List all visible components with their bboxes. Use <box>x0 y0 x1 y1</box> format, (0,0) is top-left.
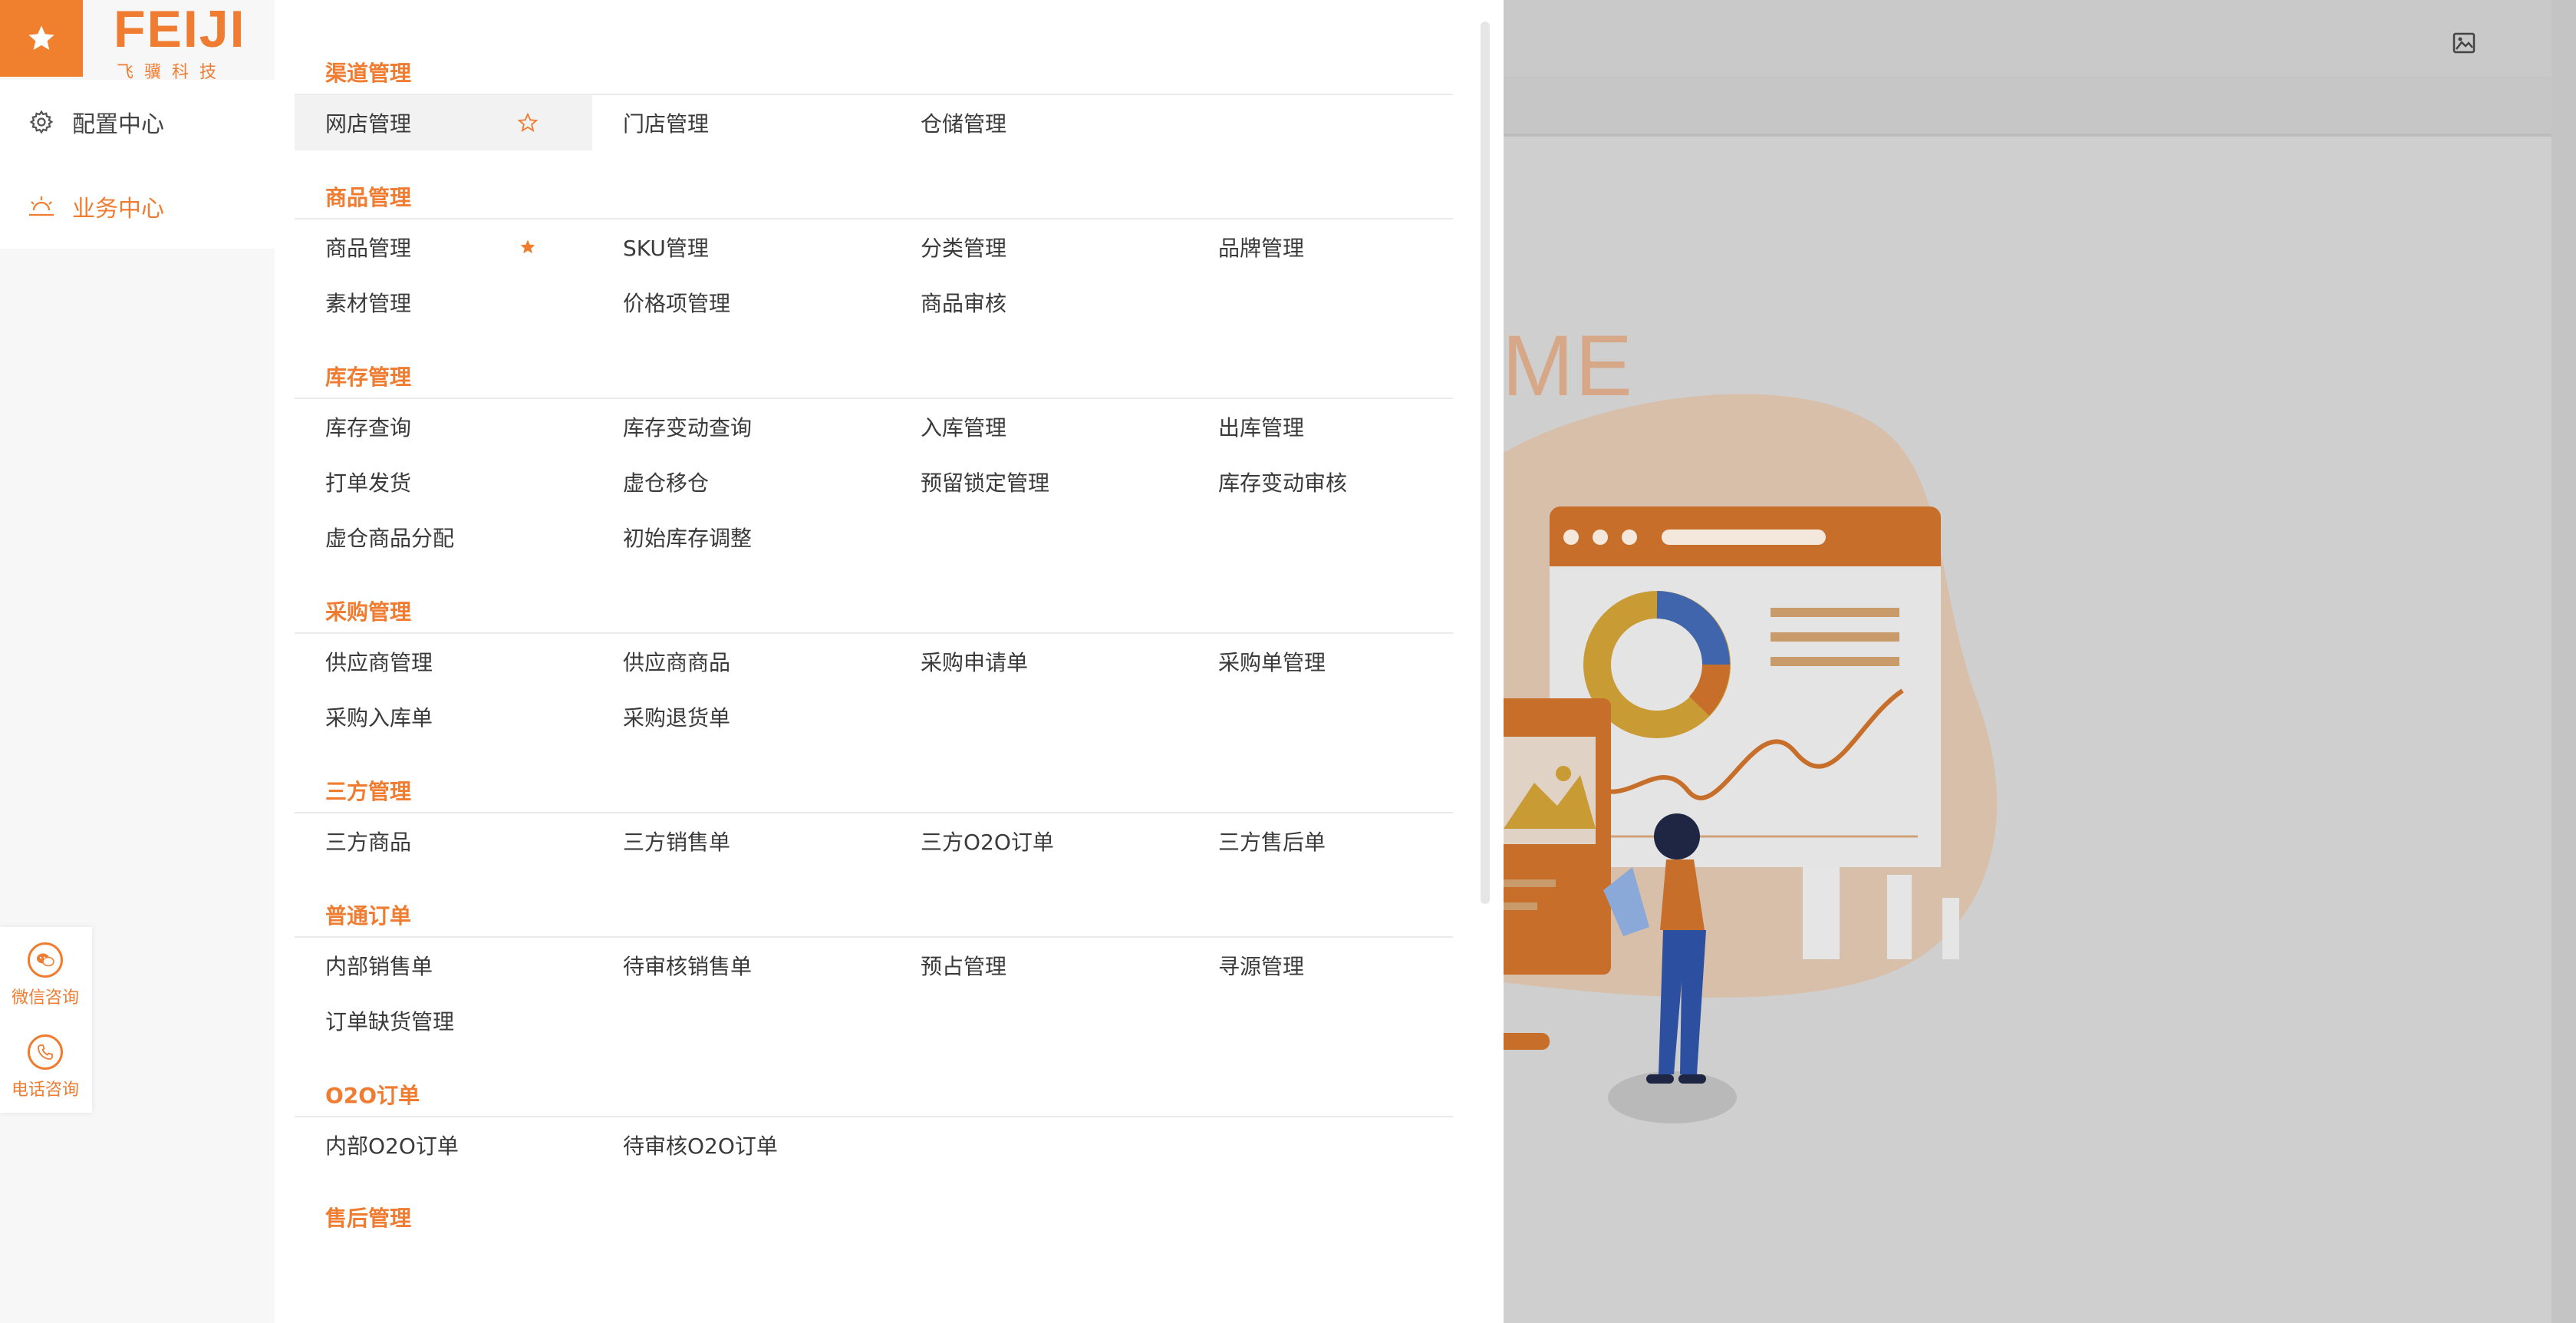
menu-item-print-ship[interactable]: 打单发货 <box>295 454 592 510</box>
section-title: 渠道管理 <box>295 38 1453 95</box>
phone-consult-button[interactable]: 电话咨询 <box>0 1022 91 1113</box>
menu-item-shortage[interactable]: 订单缺货管理 <box>295 993 592 1048</box>
dashboard-illustration <box>1504 394 1998 1123</box>
menu-item-outbound[interactable]: 出库管理 <box>1188 399 1485 454</box>
menu-item-price[interactable]: 价格项管理 <box>592 275 890 330</box>
menu-item-virtual-allocation[interactable]: 虚仓商品分配 <box>295 510 592 565</box>
menu-item-material[interactable]: 素材管理 <box>295 275 592 330</box>
section-title: 采购管理 <box>295 577 1453 634</box>
wechat-consult-button[interactable]: 微信咨询 <box>0 930 91 1021</box>
menu-item-stock-query[interactable]: 库存查询 <box>295 399 592 454</box>
menu-item-product-review[interactable]: 商品审核 <box>890 275 1188 330</box>
menu-item-purchase-inbound[interactable]: 采购入库单 <box>295 689 592 744</box>
section-title: O2O订单 <box>295 1061 1453 1117</box>
menu-item-internal-sales[interactable]: 内部销售单 <box>295 938 592 993</box>
menu-item-third-product[interactable]: 三方商品 <box>295 813 592 869</box>
menu-item-purchase-order[interactable]: 采购单管理 <box>1188 634 1485 689</box>
background-tabbar <box>1504 77 2576 137</box>
menu-item-brand[interactable]: 品牌管理 <box>1188 219 1485 275</box>
section-title: 普通订单 <box>295 881 1453 938</box>
menu-item-sku[interactable]: SKU管理 <box>592 219 890 275</box>
menu-item-virtual-transfer[interactable]: 虚仓移仓 <box>592 454 890 510</box>
menu-item-initial-stock[interactable]: 初始库存调整 <box>592 510 890 565</box>
logo-word: FEIJI <box>114 0 246 58</box>
gear-icon <box>28 108 55 136</box>
menu-item-internal-o2o[interactable]: 内部O2O订单 <box>295 1117 592 1173</box>
wechat-consult-label: 微信咨询 <box>11 988 79 1008</box>
menu-item-preoccupy[interactable]: 预占管理 <box>890 938 1188 993</box>
nav-business-label: 业务中心 <box>72 196 164 223</box>
section-title: 商品管理 <box>295 163 1453 219</box>
section-title: 售后管理 <box>325 1206 412 1231</box>
menu-item-sourcing[interactable]: 寻源管理 <box>1188 938 1485 993</box>
nav-config-label: 配置中心 <box>72 111 164 138</box>
star-filled-icon[interactable] <box>517 236 539 258</box>
menu-item-online-store[interactable]: 网店管理 <box>295 95 592 150</box>
image-icon[interactable] <box>2452 31 2476 55</box>
section-purchase: 采购管理 供应商管理 供应商商品 采购申请单 采购单管理 采购入库单 采购退货单 <box>295 577 1453 744</box>
background-scrollbar[interactable] <box>2551 0 2576 1323</box>
section-third-party: 三方管理 三方商品 三方销售单 三方O2O订单 三方售后单 <box>295 757 1453 869</box>
menu-item-pending-sales[interactable]: 待审核销售单 <box>592 938 890 993</box>
menu-item-supplier-product[interactable]: 供应商商品 <box>592 634 890 689</box>
left-nav: FEIJI 飞骥科技 配置中心 业务中心 微信咨询 电话咨询 <box>0 0 275 1323</box>
menu-item-supplier[interactable]: 供应商管理 <box>295 634 592 689</box>
menu-item-inbound[interactable]: 入库管理 <box>890 399 1188 454</box>
section-title: 库存管理 <box>295 342 1453 399</box>
menu-item-third-after-sale[interactable]: 三方售后单 <box>1188 813 1485 869</box>
wechat-icon <box>28 942 63 978</box>
menu-item-third-o2o[interactable]: 三方O2O订单 <box>890 813 1188 869</box>
section-channel: 渠道管理 网店管理 门店管理 仓储管理 <box>295 38 1453 150</box>
logo: FEIJI 飞骥科技 <box>114 0 249 82</box>
menu-item-purchase-return[interactable]: 采购退货单 <box>592 689 890 744</box>
nav-config-center[interactable]: 配置中心 <box>0 80 275 164</box>
menu-item-stock-change-query[interactable]: 库存变动查询 <box>592 399 890 454</box>
menu-item-category[interactable]: 分类管理 <box>890 219 1188 275</box>
menu-item-third-sales[interactable]: 三方销售单 <box>592 813 890 869</box>
phone-consult-label: 电话咨询 <box>11 1081 79 1100</box>
menu-item-stock-change-review[interactable]: 库存变动审核 <box>1188 454 1485 510</box>
star-icon <box>28 25 54 50</box>
section-o2o-orders: O2O订单 内部O2O订单 待审核O2O订单 <box>295 1061 1453 1173</box>
section-regular-orders: 普通订单 内部销售单 待审核销售单 预占管理 寻源管理 订单缺货管理 <box>295 881 1453 1048</box>
menu-item-warehouse[interactable]: 仓储管理 <box>890 95 1188 150</box>
star-outline-icon[interactable] <box>517 112 539 134</box>
menu-item-pending-o2o[interactable]: 待审核O2O订单 <box>592 1117 890 1173</box>
phone-icon <box>28 1034 63 1070</box>
menu-item-purchase-request[interactable]: 采购申请单 <box>890 634 1188 689</box>
section-product: 商品管理 商品管理 SKU管理 分类管理 品牌管理 素材管理 价格项管理 商品审… <box>295 163 1453 330</box>
business-menu-panel: 渠道管理 网店管理 门店管理 仓储管理 商品管理 商品管理 SKU管理 分类管理 <box>275 0 1504 1323</box>
menu-item-product[interactable]: 商品管理 <box>295 219 592 275</box>
sunrise-icon <box>28 193 55 220</box>
menu-item-reserve-lock[interactable]: 预留锁定管理 <box>890 454 1188 510</box>
favorites-toggle[interactable] <box>0 0 83 77</box>
menu-item-store[interactable]: 门店管理 <box>592 95 890 150</box>
section-after-sale: 售后管理 <box>295 1183 1453 1239</box>
nav-business-center[interactable]: 业务中心 <box>0 164 275 249</box>
section-title: 三方管理 <box>295 757 1453 813</box>
section-inventory: 库存管理 库存查询 库存变动查询 入库管理 出库管理 打单发货 虚仓移仓 预留锁… <box>295 342 1453 565</box>
